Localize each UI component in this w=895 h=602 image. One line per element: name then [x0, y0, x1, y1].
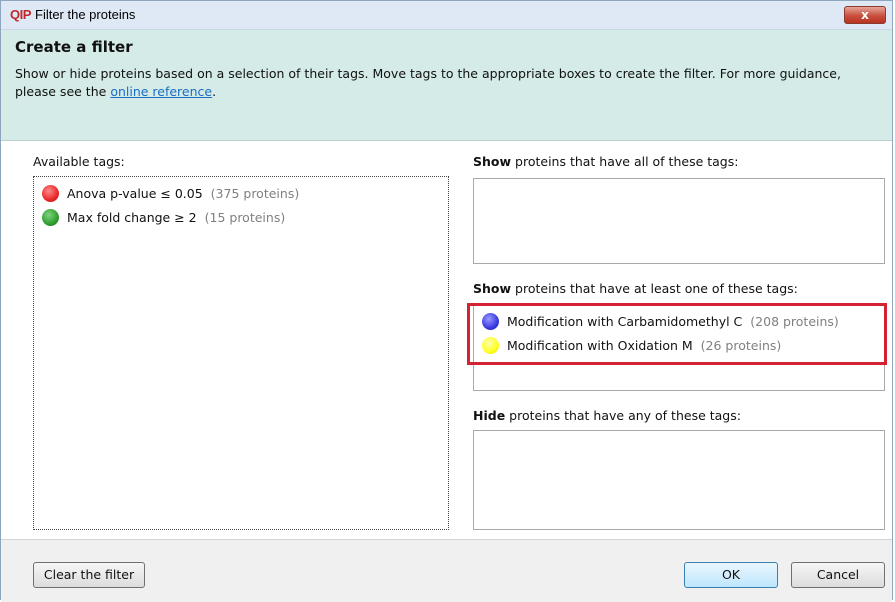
clear-filter-button[interactable]: Clear the filter	[33, 562, 145, 588]
window-title: Filter the proteins	[35, 7, 136, 22]
description-suffix: .	[212, 84, 217, 99]
online-reference-link[interactable]: online reference	[110, 84, 212, 99]
tag-count: (15 proteins)	[204, 210, 286, 225]
app-logo: QIP	[10, 7, 31, 22]
highlight-annotation	[467, 303, 887, 365]
dialog-header: Create a filter Show or hide proteins ba…	[1, 30, 892, 141]
dialog-footer: Clear the filter OK Cancel	[1, 539, 892, 602]
red-tag-icon	[42, 185, 59, 202]
show-all-rest: proteins that have all of these tags:	[515, 154, 739, 169]
header-title: Create a filter	[15, 38, 133, 56]
show-all-box[interactable]	[473, 178, 885, 264]
tag-label: Anova p-value ≤ 0.05	[67, 186, 203, 201]
hide-label: Hide proteins that have any of these tag…	[473, 408, 741, 423]
close-button[interactable]: x	[844, 6, 886, 24]
show-any-label: Show proteins that have at least one of …	[473, 281, 798, 296]
show-any-rest: proteins that have at least one of these…	[515, 281, 798, 296]
ok-button[interactable]: OK	[684, 562, 778, 588]
close-icon: x	[861, 8, 869, 22]
green-tag-icon	[42, 209, 59, 226]
show-all-label: Show proteins that have all of these tag…	[473, 154, 738, 169]
hide-bold: Hide	[473, 408, 506, 423]
cancel-button[interactable]: Cancel	[791, 562, 885, 588]
show-all-bold: Show	[473, 154, 512, 169]
show-any-bold: Show	[473, 281, 512, 296]
hide-box[interactable]	[473, 430, 885, 530]
tag-label: Max fold change ≥ 2	[67, 210, 197, 225]
tag-count: (375 proteins)	[210, 186, 300, 201]
hide-rest: proteins that have any of these tags:	[509, 408, 741, 423]
filter-dialog: QIP Filter the proteins x Create a filte…	[0, 0, 893, 602]
available-tags-label: Available tags:	[33, 154, 125, 169]
header-description: Show or hide proteins based on a selecti…	[15, 65, 875, 101]
available-tags-list[interactable]: Anova p-value ≤ 0.05 (375 proteins) Max f…	[33, 176, 449, 530]
title-bar: QIP Filter the proteins x	[1, 1, 892, 30]
